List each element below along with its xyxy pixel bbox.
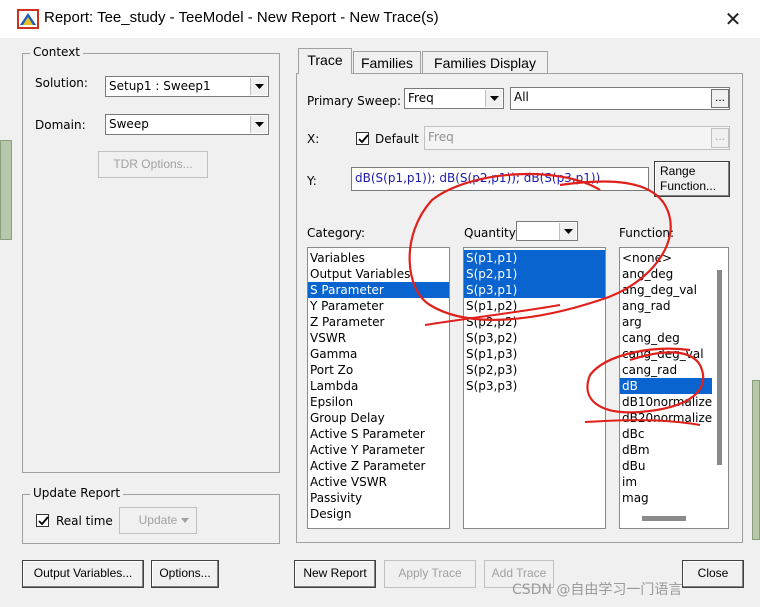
update-button[interactable]: Update: [119, 507, 197, 534]
quantity-label: Quantity:: [464, 226, 520, 240]
quantity-item[interactable]: S(p2,p3): [464, 362, 605, 378]
watermark: CSDN @自由学习一门语言: [512, 582, 683, 598]
chevron-down-icon[interactable]: [250, 78, 267, 95]
close-button[interactable]: Close: [682, 560, 744, 588]
chevron-down-icon[interactable]: [559, 223, 576, 240]
window-title: Report: Tee_study - TeeModel - New Repor…: [44, 9, 439, 26]
y-label: Y:: [307, 174, 317, 188]
category-item[interactable]: Variables: [308, 250, 449, 266]
realtime-label: Real time: [56, 514, 113, 528]
solution-label: Solution:: [35, 76, 88, 90]
tab-trace[interactable]: Trace: [298, 48, 352, 74]
category-item[interactable]: VSWR: [308, 330, 449, 346]
function-label: Function:: [619, 226, 675, 240]
x-label: X:: [307, 132, 320, 146]
primary-sweep-label: Primary Sweep:: [307, 94, 402, 108]
primary-sweep-select[interactable]: Freq: [404, 88, 504, 109]
update-report-legend: Update Report: [30, 486, 124, 500]
solution-value: Setup1 : Sweep1: [109, 79, 211, 93]
title-bar: Report: Tee_study - TeeModel - New Repor…: [0, 0, 760, 38]
category-item[interactable]: Lambda: [308, 378, 449, 394]
domain-value: Sweep: [109, 117, 149, 131]
background-app-left: [0, 140, 12, 240]
tdr-options-button[interactable]: TDR Options...: [98, 151, 208, 178]
primary-sweep-value: Freq: [408, 91, 434, 105]
new-report-button[interactable]: New Report: [294, 560, 376, 588]
tab-families[interactable]: Families: [353, 51, 421, 74]
realtime-checkbox[interactable]: [36, 514, 49, 527]
sweep-range-value: All: [514, 90, 529, 104]
category-item[interactable]: Active VSWR: [308, 474, 449, 490]
chevron-down-icon[interactable]: [485, 90, 502, 107]
range-function-button[interactable]: Range Function...: [654, 161, 730, 197]
output-variables-button[interactable]: Output Variables...: [22, 560, 144, 588]
category-item[interactable]: Output Variables: [308, 266, 449, 282]
category-item[interactable]: Gamma: [308, 346, 449, 362]
y-expression-field[interactable]: dB(S(p1,p1)); dB(S(p2,p1)); dB(S(p3,p1)): [351, 167, 649, 191]
category-item[interactable]: Passivity: [308, 490, 449, 506]
update-button-label: Update: [138, 513, 178, 527]
quantity-item[interactable]: S(p1,p2): [464, 298, 605, 314]
chevron-down-icon[interactable]: [250, 116, 267, 133]
x-field: Freq: [424, 126, 730, 150]
x-ellipsis-button[interactable]: ...: [711, 128, 729, 148]
function-list-scrollbar[interactable]: [712, 248, 728, 508]
app-icon: [17, 9, 39, 29]
options-button[interactable]: Options...: [151, 560, 219, 588]
category-item[interactable]: Z Parameter: [308, 314, 449, 330]
context-legend: Context: [30, 45, 84, 59]
sweep-range-field[interactable]: All: [510, 87, 730, 110]
quantity-item[interactable]: S(p2,p1): [464, 266, 605, 282]
category-label: Category:: [307, 226, 365, 240]
default-label: Default: [375, 132, 419, 146]
solution-select[interactable]: Setup1 : Sweep1: [105, 76, 269, 97]
category-item[interactable]: Design: [308, 506, 449, 522]
close-window-icon[interactable]: ✕: [720, 6, 746, 32]
function-list-hscroll[interactable]: [620, 508, 728, 528]
category-item[interactable]: Active S Parameter: [308, 426, 449, 442]
range-function-line2: Function...: [660, 179, 717, 193]
quantity-item[interactable]: S(p3,p2): [464, 330, 605, 346]
background-app-right: [752, 380, 760, 540]
quantity-list[interactable]: S(p1,p1) S(p2,p1) S(p3,p1) S(p1,p2) S(p2,p2)…: [463, 247, 606, 529]
sweep-range-ellipsis-button[interactable]: ...: [711, 89, 729, 108]
category-item[interactable]: Port Zo: [308, 362, 449, 378]
quantity-item[interactable]: S(p3,p3): [464, 378, 605, 394]
category-item[interactable]: Group Delay: [308, 410, 449, 426]
x-value: Freq: [428, 130, 454, 144]
range-function-line1: Range: [660, 164, 696, 178]
tab-families-display[interactable]: Families Display: [422, 51, 548, 74]
quantity-item[interactable]: S(p1,p1): [464, 250, 605, 266]
category-item[interactable]: Active Z Parameter: [308, 458, 449, 474]
quantity-item[interactable]: S(p1,p3): [464, 346, 605, 362]
category-item[interactable]: S Parameter: [308, 282, 449, 298]
scrollbar-thumb[interactable]: [717, 270, 722, 465]
category-item[interactable]: Active Y Parameter: [308, 442, 449, 458]
quantity-filter-select[interactable]: [516, 221, 578, 241]
category-item[interactable]: Y Parameter: [308, 298, 449, 314]
dropdown-arrow-icon: [181, 518, 189, 523]
default-checkbox[interactable]: [356, 132, 369, 145]
y-expression-value: dB(S(p1,p1)); dB(S(p2,p1)); dB(S(p3,p1)): [355, 171, 601, 185]
quantity-item[interactable]: S(p2,p2): [464, 314, 605, 330]
domain-label: Domain:: [35, 118, 86, 132]
quantity-item[interactable]: S(p3,p1): [464, 282, 605, 298]
domain-select[interactable]: Sweep: [105, 114, 269, 135]
hscroll-thumb[interactable]: [642, 516, 686, 521]
category-item[interactable]: Epsilon: [308, 394, 449, 410]
category-list[interactable]: Variables Output Variables S Parameter Y Pa…: [307, 247, 450, 529]
apply-trace-button[interactable]: Apply Trace: [384, 560, 476, 588]
